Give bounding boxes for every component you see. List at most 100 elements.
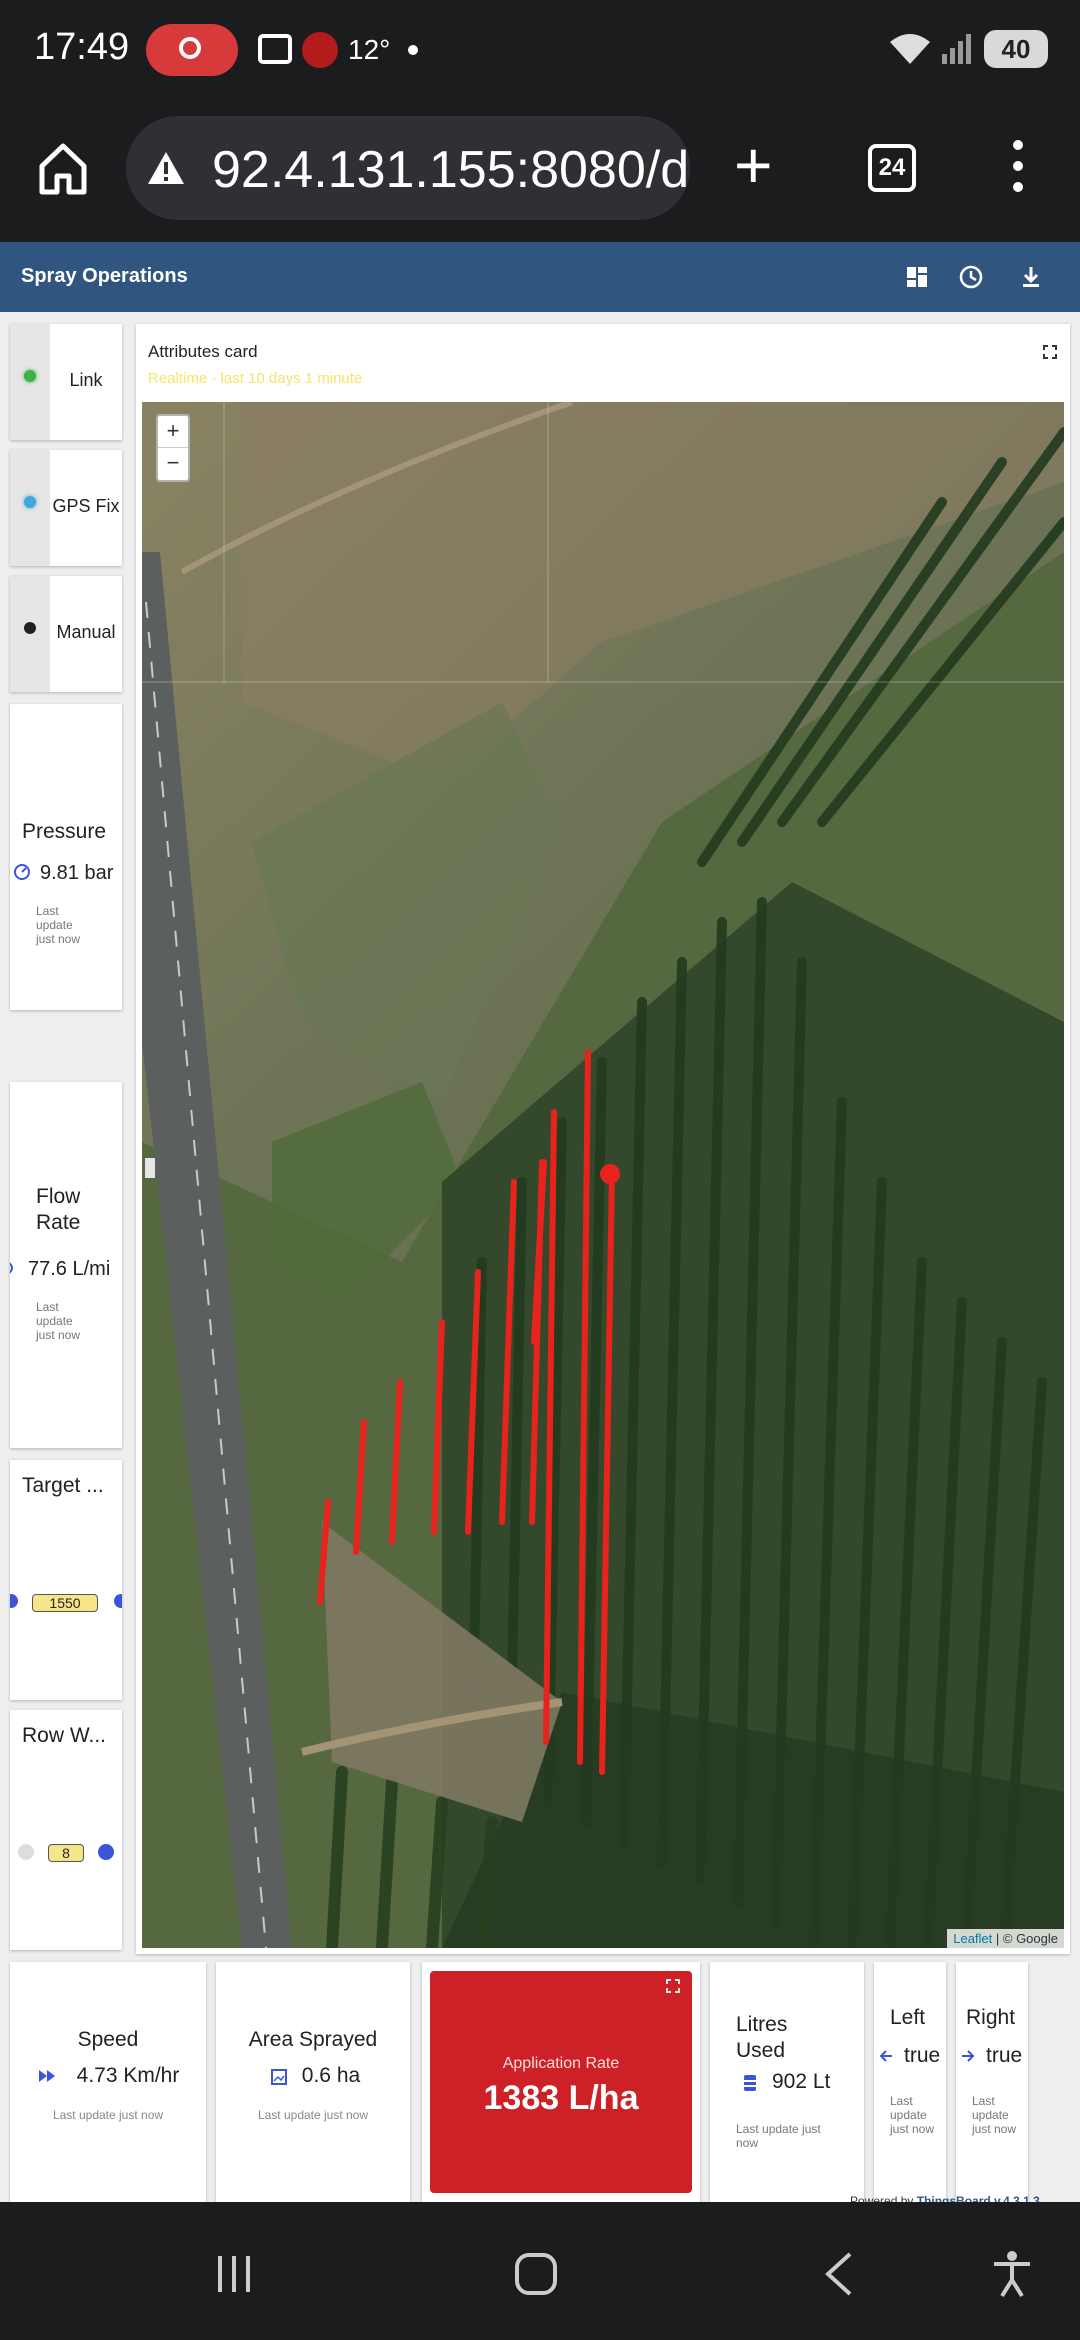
flow-rate-card: Flow Rate 77.6 L/mi Last update just now [10,1082,122,1448]
left-update: Last update just now [890,2094,935,2136]
signal-icon [940,32,974,64]
indicator-label: Manual [56,622,116,642]
right-update: Last update just now [972,2094,1017,2136]
system-nav-bar [0,2202,1080,2340]
indicator-manual: Manual [10,576,122,692]
slider-knob-left[interactable] [10,1594,18,1608]
tabs-icon[interactable]: 24 [868,144,916,192]
target-card: Target ... 1550 [10,1460,122,1700]
zoom-control: + − [156,414,190,482]
row-width-value: 8 [48,1844,84,1862]
url-text[interactable]: 92.4.131.155:8080/d [212,140,689,200]
status-led [24,622,36,634]
fullscreen-icon[interactable] [666,1979,680,1993]
screen-record-icon [146,24,238,76]
history-icon[interactable] [956,262,986,292]
clock: 17:49 [34,26,130,68]
zoom-out-button[interactable]: − [158,448,188,480]
litres-title: Litres Used [736,2013,788,2062]
target-title: Target ... [22,1474,104,1497]
right-boom-card: Right true Last update just now [956,1962,1028,2202]
status-bar: 17:49 12° 40 [0,0,1080,100]
home-icon[interactable] [38,138,88,198]
left-value: true [904,2044,941,2067]
pressure-title: Pressure [22,820,107,843]
indicator-gps-fix: GPS Fix [10,450,122,566]
area-sprayed-card: Area Sprayed 0.6 ha Last update just now [216,1962,410,2202]
indicator-label: Link [69,370,103,390]
area-update: Last update just now [257,2108,369,2122]
more-icon[interactable] [1012,140,1024,200]
speed-value: 4.73 Km/hr [76,2064,180,2087]
app-notification-icon [302,32,338,68]
recent-apps-icon[interactable] [214,2254,254,2294]
right-value: true [986,2044,1023,2067]
wifi-icon [888,30,932,73]
row-width-title: Row W... [22,1724,107,1747]
arrow-left-icon [878,2048,894,2064]
application-rate-value: 1383 L/ha [483,2079,639,2117]
indicator-label: GPS Fix [52,496,120,516]
row-width-card: Row W... 8 [10,1710,122,1950]
dashboard-toolbar: Spray Operations [0,242,1080,312]
vehicle-marker[interactable] [600,1164,620,1184]
flow-rate-value: 77.6 L/mi [28,1258,111,1280]
slider-knob-right[interactable] [98,1844,114,1860]
status-led [24,370,36,382]
pressure-value: 9.81 bar [40,862,114,884]
realtime-label[interactable]: Realtime - last 10 days 1 minute [148,370,362,387]
thingsboard-link[interactable]: ThingsBoard v.4.3.1.3 [917,2194,1040,2202]
flow-icon [10,1258,18,1278]
satellite-map[interactable]: + − Leaflet | © Google [142,402,1064,1948]
barrel-icon [742,2074,758,2092]
map-card: Attributes card Realtime - last 10 days … [136,324,1070,1954]
pressure-update: Last update just now [36,904,81,946]
map-attribution: Leaflet | © Google [947,1929,1064,1948]
speed-card: Speed 4.73 Km/hr Last update just now [10,1962,206,2202]
indicator-link: Link [10,324,122,440]
left-title: Left [890,2006,926,2029]
application-rate-title: Application Rate [502,2055,620,2072]
area-title: Area Sprayed [248,2028,378,2051]
speed-title: Speed [77,2028,139,2051]
speed-update: Last update just now [52,2108,164,2122]
flow-rate-update: Last update just now [36,1300,81,1342]
dashboard-page: Spray Operations Link GPS Fix Manual Pre… [0,242,1080,2202]
accessibility-icon[interactable] [990,2250,1034,2298]
layout-icon[interactable] [902,262,932,292]
back-icon[interactable] [824,2252,854,2296]
area-value: 0.6 ha [301,2064,361,2087]
status-led [24,496,36,508]
address-bar[interactable]: 92.4.131.155:8080/d [126,116,690,220]
battery-icon: 40 [984,30,1048,68]
dashboard-title: Spray Operations [21,265,188,287]
leaflet-link[interactable]: Leaflet [953,1931,992,1946]
slider-knob-right[interactable] [114,1594,122,1608]
application-rate-panel: Application Rate 1383 L/ha [430,1971,692,2193]
warning-icon[interactable] [146,150,186,186]
download-icon[interactable] [1016,262,1046,292]
left-boom-card: Left true Last update just now [874,1962,946,2202]
flow-rate-title: Flow Rate [36,1185,81,1234]
fullscreen-icon[interactable] [1042,344,1058,360]
gauge-icon [12,862,32,882]
right-title: Right [966,2006,1016,2029]
browser-toolbar: 92.4.131.155:8080/d + 24 [0,100,1080,242]
temperature: 12° [348,34,391,65]
new-tab-icon[interactable]: + [734,132,773,198]
notification-dot-icon [408,45,418,55]
attribution-text: | © Google [992,1931,1058,1946]
litres-update: Last update just now [736,2122,821,2150]
target-value: 1550 [32,1594,98,1612]
pressure-card: Pressure 9.81 bar Last update just now [10,704,122,1010]
litres-value: 902 Lt [772,2070,831,2093]
powered-by: Powered by ThingsBoard v.4.3.1.3 [850,2194,1040,2202]
litres-used-card: Litres Used 902 Lt Last update just now [710,1962,864,2202]
arrow-right-icon [960,2048,976,2064]
slider-knob-left[interactable] [18,1844,34,1860]
camera-icon [258,34,292,64]
home-nav-icon[interactable] [514,2252,558,2296]
zoom-in-button[interactable]: + [158,416,188,448]
powered-by-prefix: Powered by [850,2194,917,2202]
map-card-title: Attributes card [148,342,258,361]
